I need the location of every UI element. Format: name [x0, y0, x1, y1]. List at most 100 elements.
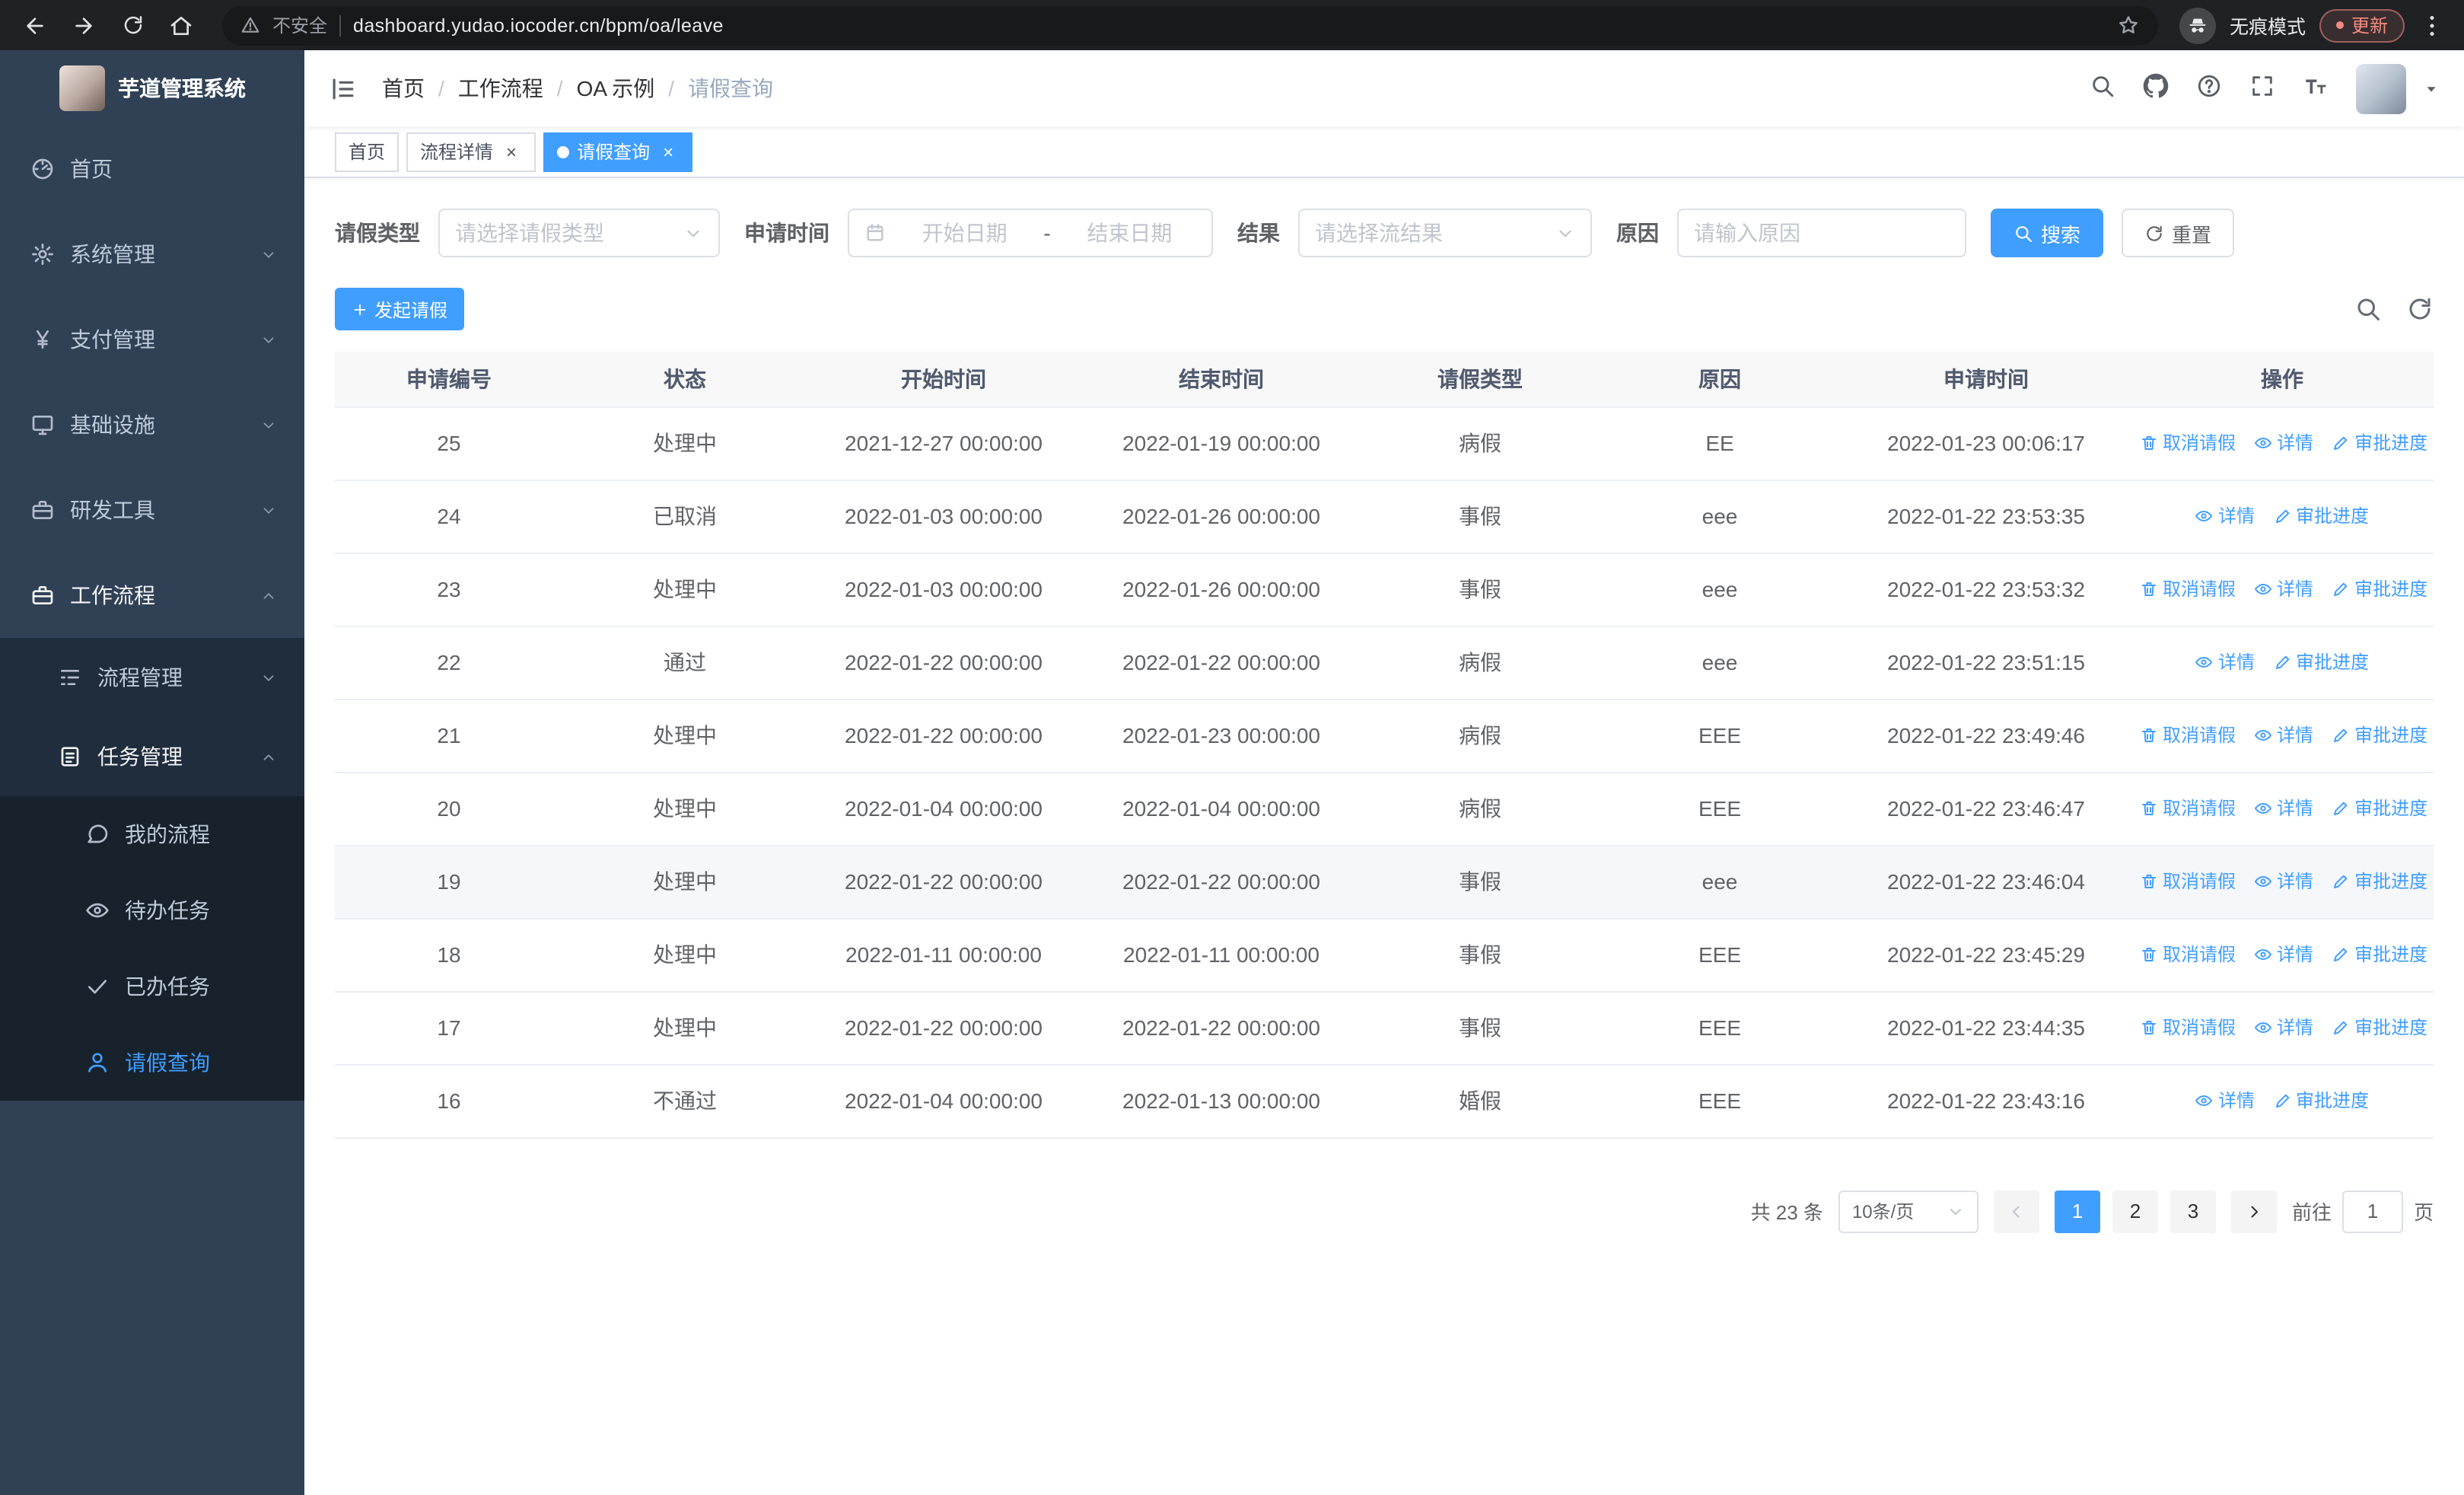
header-search-button[interactable] [2090, 73, 2120, 104]
sidebar-item-process-management[interactable]: 流程管理 [0, 638, 304, 717]
sidebar-item-payment-management[interactable]: 支付管理 [0, 297, 304, 382]
browser-menu-icon[interactable] [2418, 11, 2446, 39]
cancel-leave-link[interactable]: 取消请假 [2140, 722, 2236, 748]
reason-input[interactable] [1677, 209, 1966, 257]
detail-link[interactable]: 详情 [2254, 722, 2313, 748]
detail-link[interactable]: 详情 [2195, 503, 2255, 529]
edit-icon [2332, 799, 2350, 818]
chevron-up-icon [260, 748, 277, 765]
prev-page-button[interactable] [1993, 1190, 2039, 1232]
approval-progress-link[interactable]: 审批进度 [2273, 1088, 2369, 1114]
goto-page-input[interactable] [2341, 1190, 2403, 1232]
sidebar-item-system-management[interactable]: 系统管理 [0, 212, 304, 297]
sidebar-item-workflow[interactable]: 工作流程 [0, 553, 304, 638]
tag-流程详情[interactable]: 流程详情 × [406, 132, 536, 171]
create-leave-button[interactable]: 发起请假 [335, 288, 465, 330]
tag-首页[interactable]: 首页 [335, 132, 400, 171]
cell-actions: 取消请假 详情 审批进度 [2131, 406, 2434, 480]
column-header: 请假类型 [1362, 352, 1598, 407]
address-bar[interactable]: 不安全 dashboard.yudao.iocoder.cn/bpm/oa/le… [222, 5, 2158, 45]
eye-icon [2195, 653, 2214, 671]
sidebar-logo[interactable]: 芋道管理系统 [0, 50, 304, 126]
approval-progress-link[interactable]: 审批进度 [2273, 649, 2369, 675]
cell-start: 2022-01-11 00:00:00 [807, 918, 1081, 992]
search-button[interactable]: 搜索 [1991, 209, 2104, 257]
action-label: 取消请假 [2163, 871, 2236, 893]
cell-apply_time: 2022-01-22 23:46:47 [1842, 772, 2131, 846]
detail-link[interactable]: 详情 [2195, 1088, 2255, 1114]
breadcrumb-item[interactable]: OA 示例 [577, 73, 655, 104]
sidebar-item-infrastructure[interactable]: 基础设施 [0, 382, 304, 467]
detail-link[interactable]: 详情 [2254, 942, 2313, 967]
docs-help-button[interactable] [2196, 73, 2227, 104]
approval-progress-link[interactable]: 审批进度 [2332, 795, 2427, 821]
cancel-leave-link[interactable]: 取消请假 [2140, 795, 2236, 821]
approval-progress-link[interactable]: 审批进度 [2332, 722, 2427, 748]
toggle-search-button[interactable] [2354, 295, 2382, 323]
sidebar-item-home[interactable]: 首页 [0, 126, 304, 212]
breadcrumb-item[interactable]: 工作流程 [458, 73, 543, 104]
approval-progress-link[interactable]: 审批进度 [2332, 430, 2427, 456]
sidebar-item-task-management[interactable]: 任务管理 [0, 717, 304, 796]
approval-progress-link[interactable]: 审批进度 [2332, 942, 2427, 967]
approval-progress-link[interactable]: 审批进度 [2332, 869, 2427, 894]
detail-link[interactable]: 详情 [2254, 1015, 2313, 1041]
reset-button[interactable]: 重置 [2122, 209, 2235, 257]
caret-down-icon[interactable] [2423, 80, 2440, 97]
approval-progress-link[interactable]: 审批进度 [2332, 1015, 2427, 1041]
breadcrumb-item[interactable]: 首页 [382, 73, 425, 104]
browser-back-button[interactable] [15, 5, 55, 45]
browser-home-button[interactable] [161, 5, 201, 45]
refresh-table-button[interactable] [2406, 295, 2434, 323]
edit-icon [2273, 1092, 2291, 1110]
cancel-leave-link[interactable]: 取消请假 [2140, 1015, 2236, 1041]
close-tab-icon[interactable]: × [501, 141, 522, 162]
sidebar-item-todo-tasks[interactable]: 待办任务 [0, 872, 304, 948]
result-select[interactable]: 请选择流结果 [1298, 209, 1592, 257]
detail-link[interactable]: 详情 [2195, 649, 2255, 675]
tag-请假查询[interactable]: 请假查询 × [543, 132, 693, 171]
cancel-leave-link[interactable]: 取消请假 [2140, 942, 2236, 967]
page-button-3[interactable]: 3 [2170, 1190, 2216, 1232]
detail-link[interactable]: 详情 [2254, 576, 2313, 602]
page-button-2[interactable]: 2 [2112, 1190, 2158, 1232]
approval-progress-link[interactable]: 审批进度 [2332, 576, 2427, 602]
apply-time-range-picker[interactable]: 开始日期 - 结束日期 [848, 209, 1213, 257]
fullscreen-button[interactable] [2249, 73, 2280, 104]
detail-link[interactable]: 详情 [2254, 795, 2313, 821]
leave-type-select[interactable]: 请选择请假类型 [438, 209, 720, 257]
github-button[interactable] [2143, 73, 2173, 104]
cell-type: 病假 [1362, 626, 1598, 700]
page-button-1[interactable]: 1 [2054, 1190, 2100, 1232]
sidebar-item-leave-query[interactable]: 请假查询 [0, 1025, 304, 1101]
sidebar-toggle-icon[interactable] [329, 74, 358, 103]
fullscreen-icon [2249, 73, 2275, 99]
close-tab-icon[interactable]: × [657, 141, 679, 162]
sidebar-item-done-tasks[interactable]: 已办任务 [0, 948, 304, 1025]
cancel-leave-link[interactable]: 取消请假 [2140, 869, 2236, 894]
cancel-leave-link[interactable]: 取消请假 [2140, 430, 2236, 456]
browser-update-button[interactable]: 更新 [2319, 8, 2405, 42]
bookmark-star-icon[interactable] [2117, 14, 2140, 37]
pagination: 共 23 条 10条/页 123 前往 页 [335, 1190, 2434, 1263]
sidebar-item-label: 基础设施 [70, 413, 155, 437]
browser-forward-button[interactable] [64, 5, 103, 45]
cancel-leave-link[interactable]: 取消请假 [2140, 576, 2236, 602]
sidebar-item-devtools[interactable]: 研发工具 [0, 467, 304, 553]
detail-link[interactable]: 详情 [2254, 869, 2313, 894]
page-size-select[interactable]: 10条/页 [1838, 1190, 1979, 1232]
browser-reload-button[interactable] [113, 5, 152, 45]
sidebar-item-label: 请假查询 [125, 1050, 210, 1075]
eye-icon [2254, 1018, 2272, 1037]
font-size-button[interactable] [2303, 73, 2333, 104]
approval-progress-link[interactable]: 审批进度 [2273, 503, 2369, 529]
chevron-down-icon [260, 502, 277, 518]
date-range-separator: - [1043, 221, 1051, 245]
chevron-down-icon [683, 223, 703, 243]
tag-label: 首页 [349, 142, 386, 163]
action-label: 审批进度 [2296, 505, 2370, 528]
user-avatar[interactable] [2356, 63, 2406, 113]
detail-link[interactable]: 详情 [2254, 430, 2313, 456]
sidebar-item-my-process[interactable]: 我的流程 [0, 796, 304, 872]
next-page-button[interactable] [2230, 1190, 2277, 1232]
